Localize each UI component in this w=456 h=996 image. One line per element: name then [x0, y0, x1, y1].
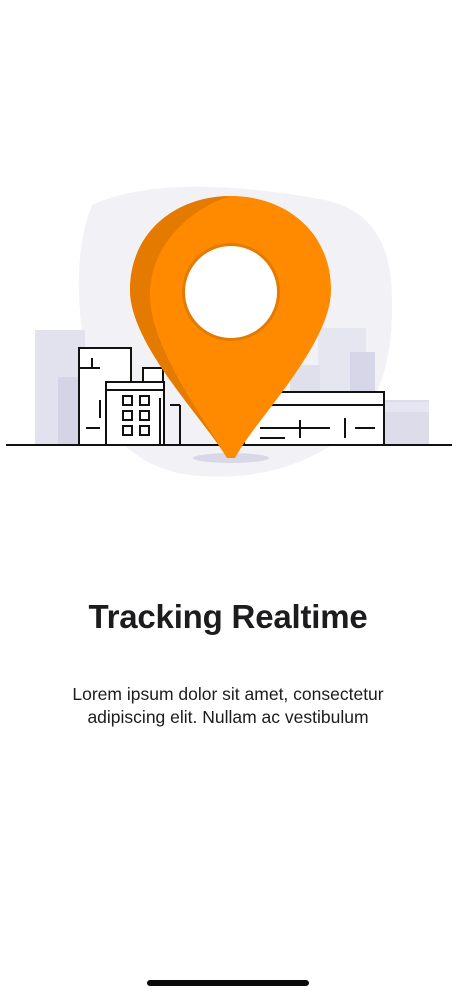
location-pin-illustration: [6, 186, 452, 477]
bg-building-right-mid: [350, 352, 375, 392]
home-indicator[interactable]: [147, 980, 309, 986]
page-description: Lorem ipsum dolor sit amet, consectetur …: [72, 684, 384, 727]
building-mid: [105, 381, 165, 446]
page-title: Tracking Realtime: [88, 598, 368, 635]
